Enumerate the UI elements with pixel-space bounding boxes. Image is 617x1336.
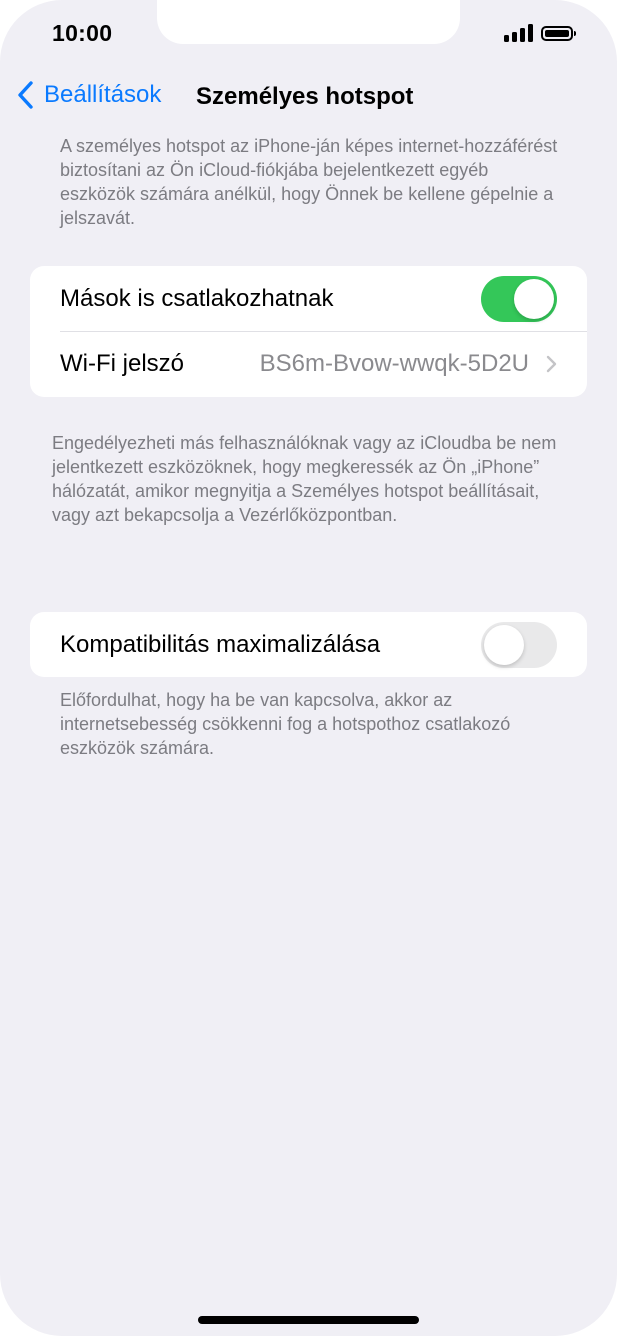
hotspot-settings-group: Mások is csatlakozhatnak Wi-Fi jelszó BS… (30, 266, 587, 397)
maximize-compatibility-label: Kompatibilitás maximalizálása (60, 630, 381, 658)
allow-others-row: Mások is csatlakozhatnak (30, 266, 587, 331)
intro-text: A személyes hotspot az iPhone-ján képes … (60, 136, 558, 228)
notch (157, 0, 460, 44)
page-title: Személyes hotspot (196, 83, 414, 110)
toggle-knob (484, 624, 524, 665)
compatibility-settings-group: Kompatibilitás maximalizálása (30, 612, 587, 677)
compatibility-footer: Előfordulhat, hogy ha be van kapcsolva, … (60, 690, 511, 758)
back-button[interactable]: Beállítások (18, 81, 161, 109)
allow-others-footer: Engedélyezheti más felhasználóknak vagy … (52, 433, 557, 525)
phone-screen: 10:00 Beállítások Személyes hotspot A sz… (0, 0, 617, 1336)
chevron-left-icon (18, 81, 33, 109)
battery-fill (545, 29, 569, 37)
maximize-compatibility-toggle[interactable] (481, 621, 557, 668)
status-icons (504, 24, 577, 42)
allow-others-label: Mások is csatlakozhatnak (60, 284, 334, 312)
allow-others-toggle[interactable] (481, 275, 557, 322)
home-indicator[interactable] (198, 1316, 419, 1324)
wifi-password-value: BS6m-Bvow-wwqk-5D2U (259, 349, 529, 377)
cellular-signal-icon (504, 24, 533, 42)
wifi-password-label: Wi-Fi jelszó (60, 349, 184, 377)
battery-icon (541, 25, 576, 41)
toggle-knob (514, 278, 554, 319)
maximize-compatibility-row: Kompatibilitás maximalizálása (30, 612, 587, 677)
back-label: Beállítások (44, 81, 162, 108)
status-time: 10:00 (52, 20, 113, 46)
chevron-right-icon (546, 355, 557, 373)
navigation-bar: Beállítások Személyes hotspot (0, 76, 617, 122)
wifi-password-row[interactable]: Wi-Fi jelszó BS6m-Bvow-wwqk-5D2U (30, 331, 587, 396)
